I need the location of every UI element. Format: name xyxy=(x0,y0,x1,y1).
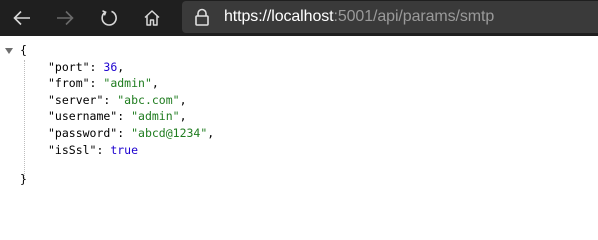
url-scheme: https:// xyxy=(224,8,272,25)
json-key: "username" xyxy=(48,109,118,124)
back-button[interactable] xyxy=(4,0,40,36)
json-value: "admin" xyxy=(103,76,152,91)
json-colon: : xyxy=(103,92,118,107)
url-text[interactable]: https://localhost:5001/api/params/smtp xyxy=(224,7,494,27)
json-colon: : xyxy=(117,125,132,140)
json-value: true xyxy=(110,142,139,157)
json-entry: "password": "abcd@1234", xyxy=(48,125,214,142)
refresh-button[interactable] xyxy=(91,0,127,36)
collapse-toggle-icon[interactable] xyxy=(5,48,13,54)
json-key: "isSsl" xyxy=(48,142,97,157)
home-button[interactable] xyxy=(134,0,170,36)
json-colon: : xyxy=(96,142,111,157)
json-separator: , xyxy=(151,76,159,91)
json-value: "abc.com" xyxy=(117,92,180,107)
json-close-brace: } xyxy=(20,172,27,186)
indent-guide xyxy=(24,60,25,178)
json-open-brace: { xyxy=(20,43,27,57)
address-bar[interactable]: https://localhost:5001/api/params/smtp xyxy=(182,1,598,33)
home-icon xyxy=(144,10,160,26)
json-colon: : xyxy=(117,109,132,124)
json-entry: "isSsl": true xyxy=(48,142,138,159)
json-separator: , xyxy=(179,109,187,124)
json-key: "password" xyxy=(48,125,118,140)
url-path: :5001/api/params/smtp xyxy=(333,8,495,25)
json-entry: "server": "abc.com", xyxy=(48,92,187,109)
json-colon: : xyxy=(89,59,104,74)
refresh-icon xyxy=(101,10,117,26)
json-separator: , xyxy=(207,125,215,140)
json-entry: "port": 36, xyxy=(48,59,124,76)
json-value: 36 xyxy=(103,59,118,74)
json-separator: , xyxy=(117,59,125,74)
url-host: localhost xyxy=(271,8,334,25)
json-value: "abcd@1234" xyxy=(131,125,208,140)
back-arrow-icon xyxy=(13,10,30,26)
json-separator: , xyxy=(179,92,187,107)
json-entry: "from": "admin", xyxy=(48,75,159,92)
browser-toolbar: https://localhost:5001/api/params/smtp xyxy=(0,0,598,36)
json-value: "admin" xyxy=(131,109,180,124)
json-key: "from" xyxy=(48,76,90,91)
json-colon: : xyxy=(89,76,104,91)
lock-icon xyxy=(194,8,210,31)
forward-button[interactable] xyxy=(47,0,83,36)
json-key: "port" xyxy=(48,59,90,74)
json-key: "server" xyxy=(48,92,104,107)
json-entry: "username": "admin", xyxy=(48,108,187,125)
json-viewer: { "port": 36, "from": "admin", "server": "… xyxy=(0,36,598,204)
forward-arrow-icon xyxy=(57,10,74,26)
